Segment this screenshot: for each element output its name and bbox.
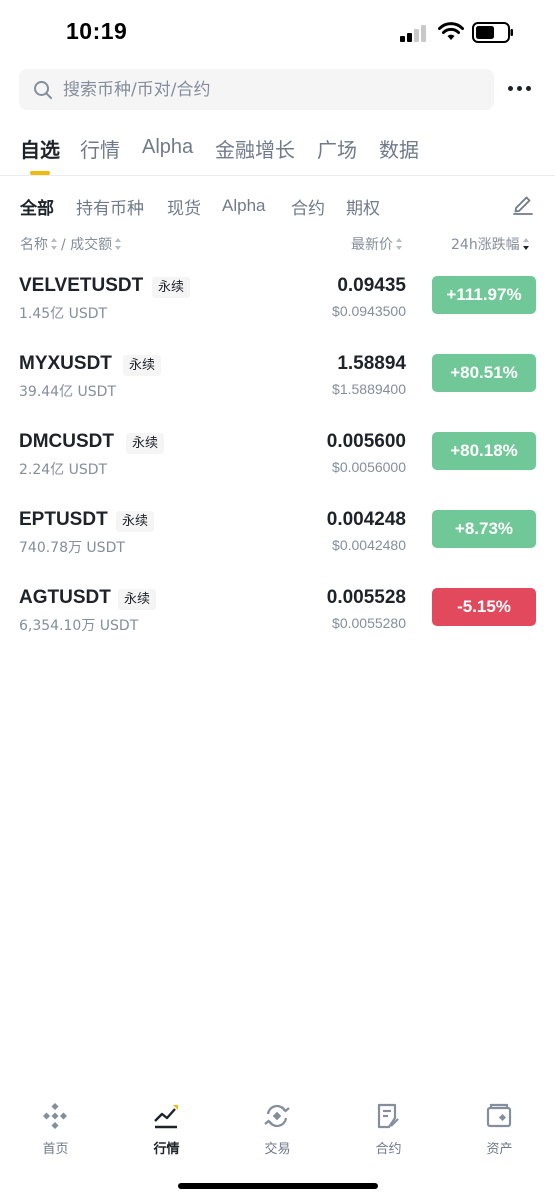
perpetual-badge: 永续 xyxy=(123,355,162,376)
trade-icon xyxy=(264,1104,290,1128)
column-change-label: 24h涨跌幅 xyxy=(451,237,520,253)
change-badge[interactable]: +80.51% xyxy=(432,354,536,392)
table-row[interactable]: AGTUSDT 永续 6,354.10万 USDT 0.005528 $0.00… xyxy=(0,587,555,665)
pair-volume: 2.24亿 USDT xyxy=(19,462,108,478)
column-header-price[interactable]: 最新价 xyxy=(351,234,403,254)
search-icon xyxy=(34,81,52,99)
nav-futures-label: 合约 xyxy=(375,1142,402,1157)
more-menu-icon[interactable] xyxy=(506,78,534,100)
change-badge[interactable]: +80.18% xyxy=(432,432,536,470)
column-volume-label: / 成交额 xyxy=(61,237,113,253)
tab-earn-growth[interactable]: 金融增长 xyxy=(215,134,295,163)
last-price: 0.09435 xyxy=(337,275,406,296)
pair-symbol: MYXUSDT xyxy=(19,353,112,374)
price-usd: $1.5889400 xyxy=(332,381,406,397)
status-time: 10:19 xyxy=(66,18,128,44)
home-indicator xyxy=(178,1183,378,1189)
price-usd: $0.0943500 xyxy=(332,303,406,319)
tab-square[interactable]: 广场 xyxy=(317,134,357,163)
tab-markets[interactable]: 行情 xyxy=(80,134,120,163)
nav-trade[interactable]: 交易 xyxy=(222,1090,333,1160)
pair-symbol: AGTUSDT xyxy=(19,587,111,608)
status-bar: 10:19 xyxy=(0,0,555,64)
pair-symbol: EPTUSDT xyxy=(19,509,108,530)
column-header-name[interactable]: 名称 / 成交额 xyxy=(20,234,122,254)
tab-watchlist[interactable]: 自选 xyxy=(20,134,60,163)
column-price-label: 最新价 xyxy=(351,237,393,253)
futures-icon xyxy=(377,1103,399,1129)
sort-icon xyxy=(51,238,58,250)
pair-volume: 39.44亿 USDT xyxy=(19,384,116,400)
sort-icon xyxy=(396,238,403,250)
subtab-all[interactable]: 全部 xyxy=(20,194,54,219)
table-row[interactable]: MYXUSDT 永续 39.44亿 USDT 1.58894 $1.588940… xyxy=(0,353,555,431)
change-badge[interactable]: +111.97% xyxy=(432,276,536,314)
home-icon xyxy=(42,1102,68,1130)
pair-volume: 1.45亿 USDT xyxy=(19,306,108,322)
column-header-change[interactable]: 24h涨跌幅 xyxy=(451,234,530,254)
divider xyxy=(0,175,555,176)
markets-icon xyxy=(154,1105,178,1129)
pair-volume: 740.78万 USDT xyxy=(19,540,125,556)
price-usd: $0.0042480 xyxy=(332,537,406,553)
subtab-options[interactable]: 期权 xyxy=(346,194,380,219)
nav-assets[interactable]: 资产 xyxy=(444,1090,555,1160)
table-row[interactable]: EPTUSDT 永续 740.78万 USDT 0.004248 $0.0042… xyxy=(0,509,555,587)
nav-markets[interactable]: 行情 xyxy=(111,1090,222,1160)
pair-volume: 6,354.10万 USDT xyxy=(19,618,139,634)
battery-icon xyxy=(472,22,513,43)
nav-home-label: 首页 xyxy=(42,1142,69,1157)
tab-data[interactable]: 数据 xyxy=(379,134,419,163)
sort-icon xyxy=(115,238,122,250)
nav-markets-label: 行情 xyxy=(153,1142,180,1157)
subtab-alpha[interactable]: Alpha xyxy=(222,196,265,216)
subtab-holdings[interactable]: 持有币种 xyxy=(76,194,144,219)
last-price: 1.58894 xyxy=(337,353,406,374)
markets-page: 10:19 自选 行情 Alpha 金融增长 广场 数据 xyxy=(0,0,555,1200)
tab-alpha[interactable]: Alpha xyxy=(142,136,193,159)
wifi-icon xyxy=(438,22,464,40)
price-usd: $0.0055280 xyxy=(332,615,406,631)
sort-desc-icon xyxy=(522,238,530,250)
subtab-futures[interactable]: 合约 xyxy=(291,194,325,219)
bottom-nav: 首页 行情 交易 合约 资产 xyxy=(0,1090,555,1170)
wallet-icon xyxy=(486,1103,512,1128)
price-usd: $0.0056000 xyxy=(332,459,406,475)
pair-symbol: VELVETUSDT xyxy=(19,275,144,296)
perpetual-badge: 永续 xyxy=(118,589,157,610)
nav-home[interactable]: 首页 xyxy=(0,1090,111,1160)
edit-icon[interactable] xyxy=(511,192,535,216)
nav-assets-label: 资产 xyxy=(486,1142,513,1157)
table-row[interactable]: DMCUSDT 永续 2.24亿 USDT 0.005600 $0.005600… xyxy=(0,431,555,509)
perpetual-badge: 永续 xyxy=(152,277,191,298)
nav-futures[interactable]: 合约 xyxy=(333,1090,444,1160)
perpetual-badge: 永续 xyxy=(126,433,165,454)
column-name-label: 名称 xyxy=(20,237,48,253)
change-badge[interactable]: +8.73% xyxy=(432,510,536,548)
search-bar[interactable] xyxy=(19,69,494,110)
change-badge[interactable]: -5.15% xyxy=(432,588,536,626)
subtab-spot[interactable]: 现货 xyxy=(167,194,201,219)
pair-symbol: DMCUSDT xyxy=(19,431,114,452)
search-input[interactable] xyxy=(63,79,463,101)
last-price: 0.005600 xyxy=(326,431,406,452)
cellular-signal-icon xyxy=(400,24,430,42)
last-price: 0.004248 xyxy=(326,509,406,530)
last-price: 0.005528 xyxy=(326,587,406,608)
table-row[interactable]: VELVETUSDT 永续 1.45亿 USDT 0.09435 $0.0943… xyxy=(0,275,555,353)
nav-trade-label: 交易 xyxy=(264,1142,291,1157)
perpetual-badge: 永续 xyxy=(116,511,155,532)
